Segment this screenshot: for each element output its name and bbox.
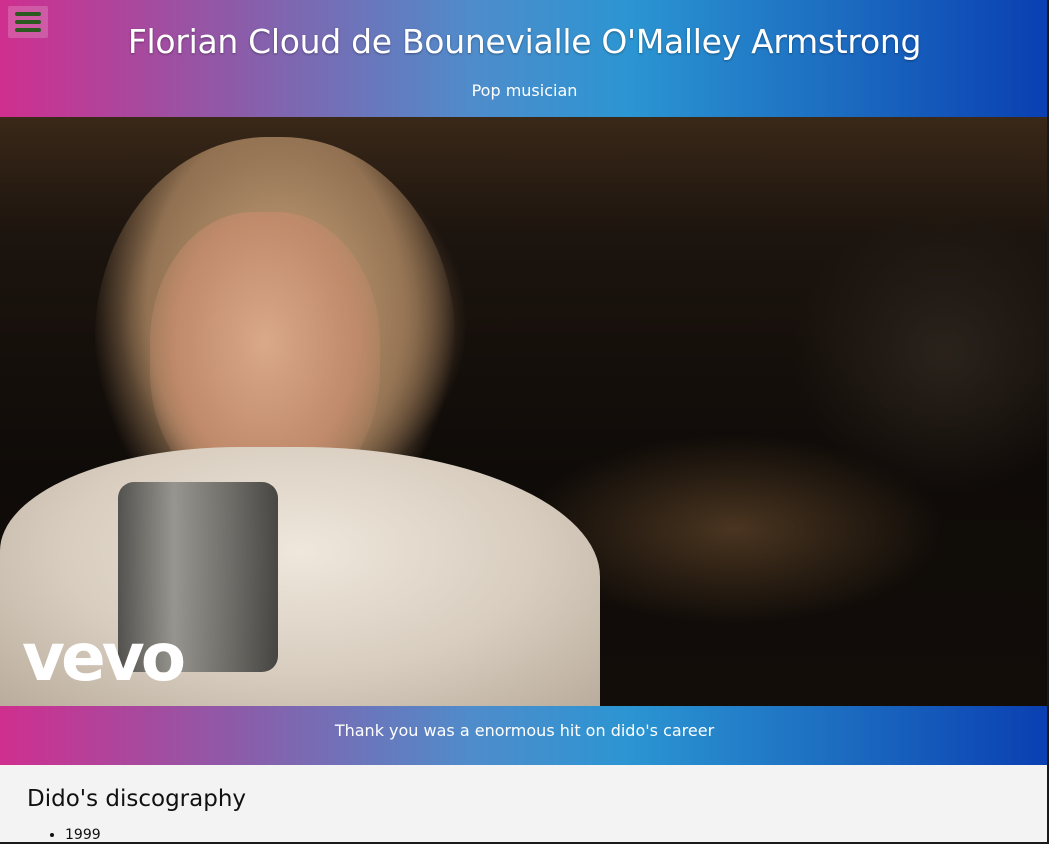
page-subtitle: Pop musician [471, 81, 578, 100]
discography-heading: Dido's discography [27, 786, 247, 812]
discography-list: 1999 [48, 827, 101, 843]
video-player[interactable]: vevo [0, 117, 1049, 706]
menu-bar [15, 12, 41, 16]
page-header: Florian Cloud de Bounevialle O'Malley Ar… [0, 0, 1049, 117]
page-title: Florian Cloud de Bounevialle O'Malley Ar… [127, 22, 922, 61]
list-item: 1999 [65, 827, 101, 843]
discography-section: Dido's discography 1999 [0, 765, 1049, 844]
vevo-logo: vevo [22, 619, 186, 696]
video-caption: Thank you was a enormous hit on dido's c… [0, 706, 1049, 765]
